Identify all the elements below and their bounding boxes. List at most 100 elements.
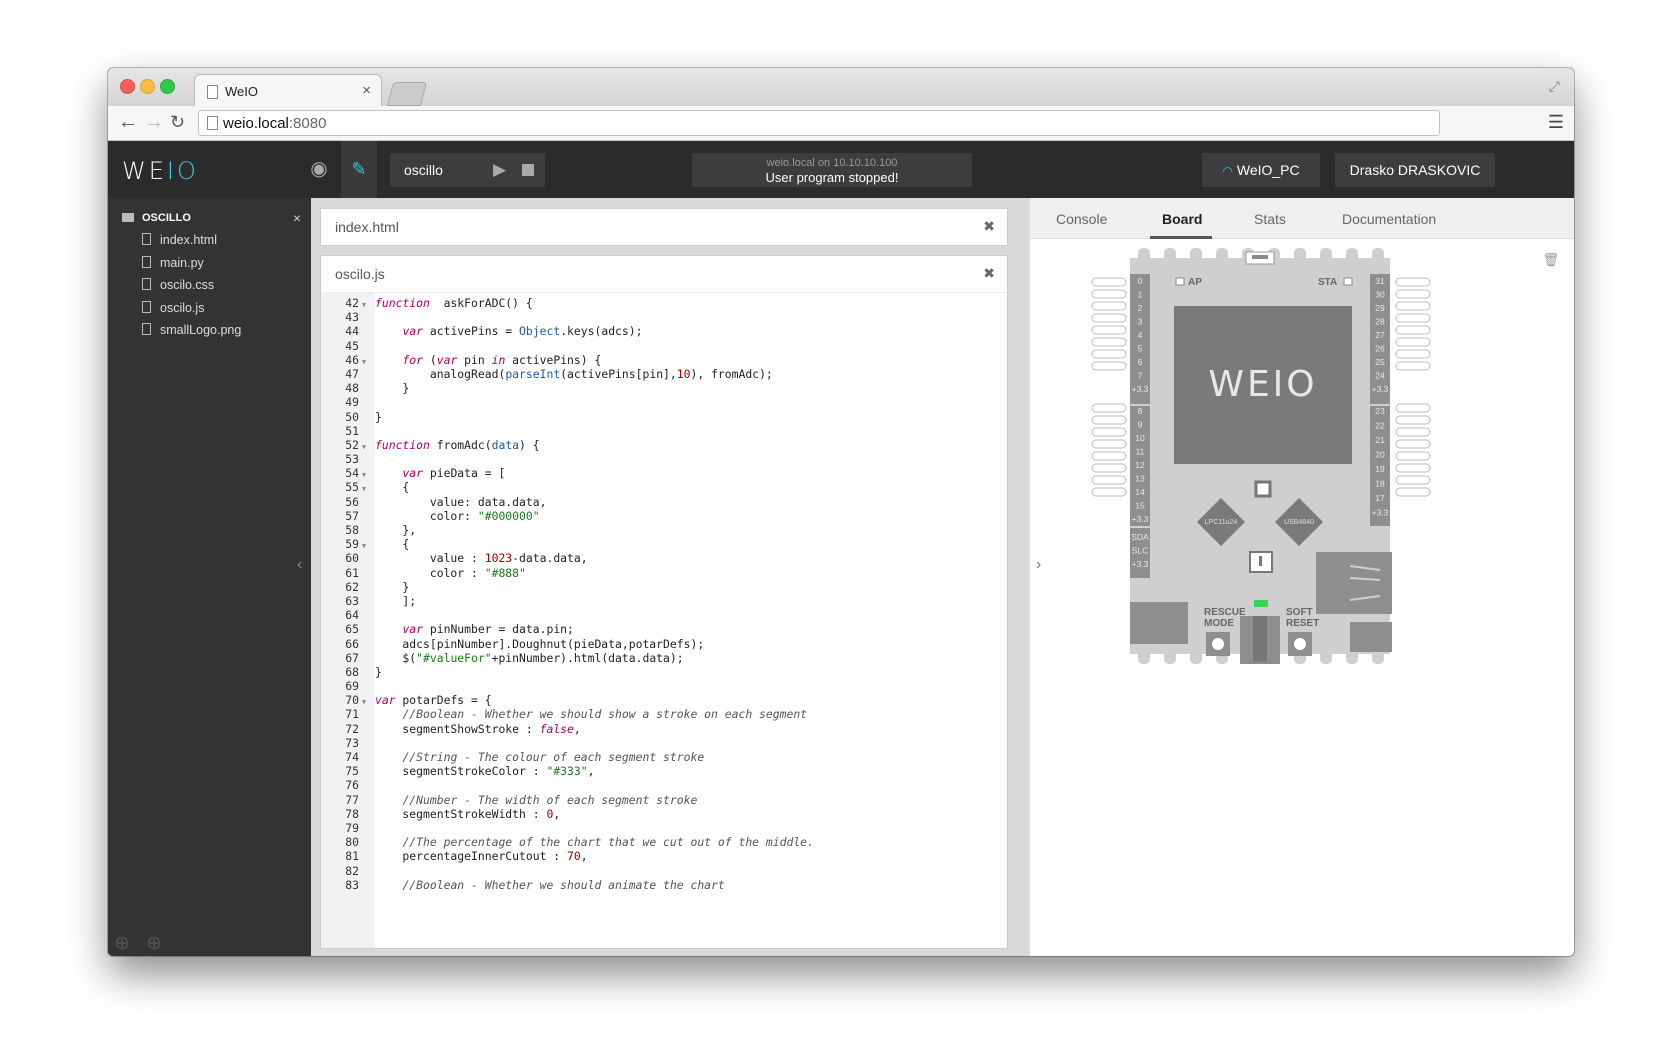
code-line: 60 value : 1023-data.data, bbox=[321, 551, 1007, 565]
pin-label: 8 bbox=[1138, 406, 1143, 416]
line-number: 60 bbox=[345, 551, 359, 566]
code-token: , bbox=[580, 849, 588, 864]
code-text: var activePins = Object.keys(adcs); bbox=[369, 324, 642, 338]
maximize-window-button[interactable] bbox=[160, 79, 175, 94]
code-token: false bbox=[539, 721, 574, 736]
close-window-button[interactable] bbox=[120, 79, 135, 94]
collapse-sidebar-icon[interactable]: ‹ bbox=[297, 556, 302, 574]
code-token: 70 bbox=[567, 849, 581, 864]
header-pad bbox=[1091, 487, 1127, 497]
line-number: 43 bbox=[345, 310, 359, 325]
code-text: value: data.data, bbox=[369, 495, 547, 509]
left-header-pads bbox=[1091, 277, 1127, 497]
code-token: , bbox=[587, 764, 595, 779]
new-tab-button[interactable] bbox=[386, 82, 428, 106]
file-item[interactable]: oscilo.css bbox=[142, 278, 241, 301]
trash-icon[interactable]: 🗑 bbox=[1542, 252, 1559, 268]
top-notch bbox=[1346, 248, 1358, 262]
pin-label: 6 bbox=[1138, 357, 1143, 367]
add-file-icon[interactable]: ⊕ bbox=[114, 932, 130, 955]
tab-stats[interactable]: Stats bbox=[1254, 211, 1286, 227]
code-editor[interactable]: 42 ▼ function askForADC() {43 44 var active… bbox=[321, 296, 1007, 892]
bottom-notch bbox=[1320, 650, 1332, 664]
tab-board[interactable]: Board bbox=[1162, 211, 1202, 227]
code-line: 52 ▼ function fromAdc(data) { bbox=[321, 438, 1007, 452]
back-button[interactable]: ← bbox=[118, 111, 138, 134]
forward-button[interactable]: → bbox=[144, 111, 164, 134]
line-number: 51 bbox=[345, 423, 359, 438]
file-icon bbox=[142, 255, 151, 268]
line-number: 68 bbox=[345, 664, 359, 679]
expand-panel-icon[interactable]: › bbox=[1036, 556, 1041, 574]
pin-label: 12 bbox=[1135, 460, 1145, 470]
header-pad bbox=[1395, 403, 1431, 413]
code-token: "#888" bbox=[484, 565, 526, 580]
code-token: analogRead( bbox=[375, 366, 506, 381]
file-item[interactable]: main.py bbox=[142, 255, 241, 279]
close-file-icon[interactable]: ✖ bbox=[983, 218, 995, 235]
right-header-pads bbox=[1395, 277, 1431, 497]
code-token: adcs[pinNumber].Doughnut(pieData,potarDe… bbox=[375, 636, 705, 651]
reload-button[interactable]: ↻ bbox=[170, 112, 185, 133]
line-number: 76 bbox=[345, 778, 359, 793]
edit-pencil-icon[interactable]: ✎ bbox=[341, 141, 377, 198]
preview-eye-icon[interactable]: ◉ bbox=[301, 141, 337, 198]
line-number: 78 bbox=[345, 806, 359, 821]
file-item[interactable]: smallLogo.png bbox=[142, 323, 241, 346]
user-button[interactable]: Drasko DRASKOVIC bbox=[1335, 153, 1495, 187]
tab-console[interactable]: Console bbox=[1056, 211, 1107, 227]
bottom-notch bbox=[1138, 650, 1150, 664]
code-token: { bbox=[375, 537, 410, 552]
code-token: (activePins[pin], bbox=[560, 366, 677, 381]
pin-label: 27 bbox=[1375, 330, 1385, 340]
code-panel-header[interactable]: oscilo.js ✖ bbox=[321, 256, 1007, 293]
line-number: 64 bbox=[345, 608, 359, 623]
line-number: 63 bbox=[345, 593, 359, 608]
code-line: 67 $("#valueFor"+pinNumber).html(data.da… bbox=[321, 651, 1007, 665]
code-token: -data.data, bbox=[512, 551, 588, 566]
browser-tab[interactable]: WeIO × bbox=[194, 74, 382, 107]
close-project-icon[interactable]: × bbox=[293, 210, 301, 226]
line-number: 58 bbox=[345, 523, 359, 537]
line-number: 61 bbox=[345, 565, 359, 580]
close-tab-icon[interactable]: × bbox=[362, 82, 371, 99]
rescue-label-2: MODE bbox=[1204, 618, 1234, 629]
top-notch bbox=[1294, 248, 1306, 262]
file-item[interactable]: oscilo.js bbox=[142, 300, 241, 324]
wifi-button[interactable]: ◠ WeIO_PC bbox=[1202, 153, 1320, 187]
pin-label: 24 bbox=[1375, 371, 1385, 381]
code-text: adcs[pinNumber].Doughnut(pieData,potarDe… bbox=[369, 637, 704, 651]
upload-icon[interactable]: ⊕ bbox=[146, 932, 162, 955]
file-item[interactable]: index.html bbox=[142, 233, 241, 256]
pin-label: 0 bbox=[1138, 276, 1143, 286]
code-token: pin bbox=[457, 352, 492, 367]
fullscreen-icon[interactable]: ⤢ bbox=[1549, 78, 1560, 95]
code-line: 58 }, bbox=[321, 523, 1007, 537]
pin-label: 3 bbox=[1138, 317, 1143, 327]
tab-documentation[interactable]: Documentation bbox=[1342, 211, 1436, 227]
project-folder[interactable]: OSCILLO bbox=[122, 212, 191, 224]
close-file-icon[interactable]: ✖ bbox=[983, 265, 995, 282]
address-bar[interactable]: weio.local:8080 bbox=[198, 110, 1440, 136]
code-text: segmentStrokeWidth : 0, bbox=[369, 807, 560, 821]
browser-menu-icon[interactable]: ☰ bbox=[1548, 112, 1564, 133]
usb-port-right bbox=[1316, 552, 1392, 614]
bottom-notch bbox=[1372, 650, 1384, 664]
header-pad bbox=[1395, 415, 1431, 425]
file-sidebar: OSCILLO × index.html main.py oscilo.css … bbox=[108, 198, 311, 956]
header-pad bbox=[1395, 277, 1431, 287]
code-line: 79 bbox=[321, 821, 1007, 835]
code-text: function fromAdc(data) { bbox=[369, 438, 540, 452]
pin-label: SLC bbox=[1132, 546, 1149, 556]
code-token: } bbox=[375, 579, 410, 594]
right-panel-tabs: Console Board Stats Documentation bbox=[1030, 198, 1574, 239]
stop-icon[interactable] bbox=[522, 164, 534, 176]
play-icon[interactable]: ▶ bbox=[493, 160, 506, 180]
line-number: 75 bbox=[345, 764, 359, 779]
editor-file-tab[interactable]: index.html ✖ bbox=[320, 208, 1008, 246]
pin-label: 30 bbox=[1375, 290, 1385, 300]
minimize-window-button[interactable] bbox=[140, 79, 155, 94]
code-text: ]; bbox=[369, 594, 416, 608]
code-token: color: bbox=[375, 508, 478, 523]
